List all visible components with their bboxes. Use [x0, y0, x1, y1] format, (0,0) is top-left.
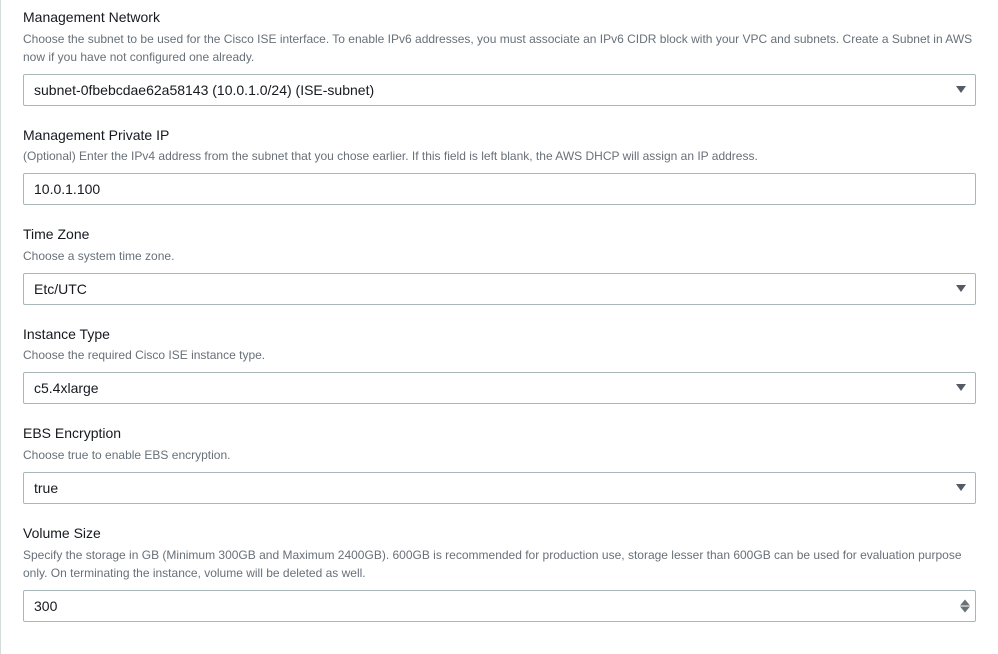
instance-type-select[interactable]: c5.4xlarge	[23, 372, 976, 404]
management-private-ip-description: (Optional) Enter the IPv4 address from t…	[23, 147, 976, 165]
ebs-encryption-select-wrapper: true	[23, 472, 976, 504]
time-zone-description: Choose a system time zone.	[23, 247, 976, 265]
time-zone-field: Time Zone Choose a system time zone. Etc…	[23, 225, 976, 305]
volume-size-input[interactable]	[23, 590, 976, 622]
instance-type-select-wrapper: c5.4xlarge	[23, 372, 976, 404]
instance-type-field: Instance Type Choose the required Cisco …	[23, 325, 976, 405]
instance-type-description: Choose the required Cisco ISE instance t…	[23, 346, 976, 364]
management-network-description: Choose the subnet to be used for the Cis…	[23, 30, 976, 66]
ebs-encryption-field: EBS Encryption Choose true to enable EBS…	[23, 424, 976, 504]
volume-size-description: Specify the storage in GB (Minimum 300GB…	[23, 546, 976, 582]
volume-size-field: Volume Size Specify the storage in GB (M…	[23, 524, 976, 622]
time-zone-select[interactable]: Etc/UTC	[23, 273, 976, 305]
management-network-field: Management Network Choose the subnet to …	[23, 8, 976, 106]
management-network-label: Management Network	[23, 8, 976, 28]
instance-type-label: Instance Type	[23, 325, 976, 345]
ebs-encryption-select[interactable]: true	[23, 472, 976, 504]
management-private-ip-field: Management Private IP (Optional) Enter t…	[23, 126, 976, 206]
ebs-encryption-description: Choose true to enable EBS encryption.	[23, 446, 976, 464]
management-network-select-wrapper: subnet-0fbebcdae62a58143 (10.0.1.0/24) (…	[23, 74, 976, 106]
management-private-ip-label: Management Private IP	[23, 126, 976, 146]
volume-size-label: Volume Size	[23, 524, 976, 544]
ebs-encryption-label: EBS Encryption	[23, 424, 976, 444]
time-zone-select-wrapper: Etc/UTC	[23, 273, 976, 305]
management-network-select[interactable]: subnet-0fbebcdae62a58143 (10.0.1.0/24) (…	[23, 74, 976, 106]
management-private-ip-input[interactable]	[23, 173, 976, 205]
volume-size-input-wrapper	[23, 590, 976, 622]
time-zone-label: Time Zone	[23, 225, 976, 245]
